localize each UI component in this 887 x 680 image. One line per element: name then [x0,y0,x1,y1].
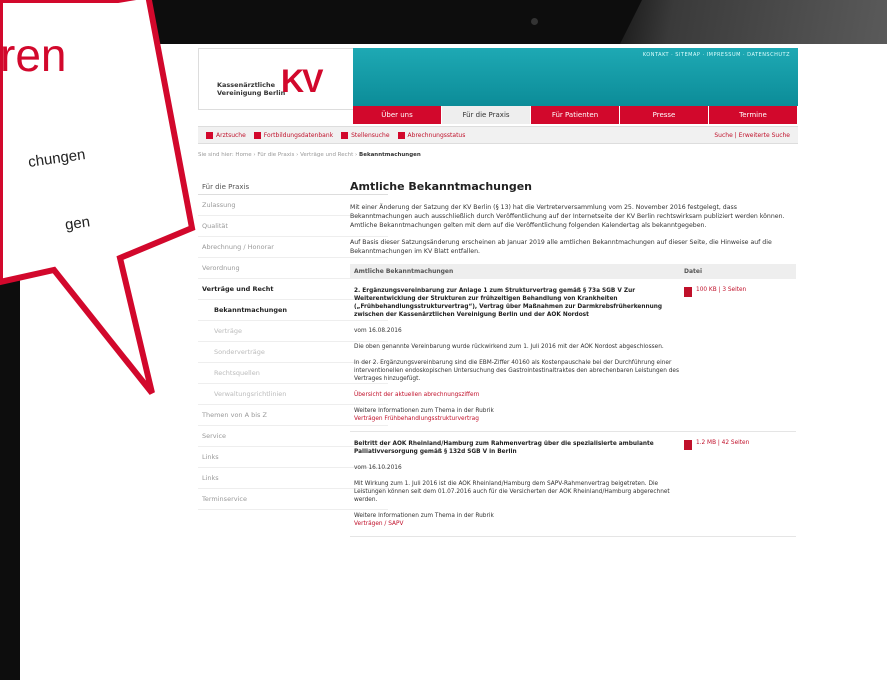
logo[interactable]: Kassenärztliche Vereinigung Berlin KV [198,48,355,110]
nav-item[interactable]: Für die Praxis [442,106,531,124]
square-icon [341,131,349,139]
intro-paragraph: Auf Basis dieser Satzungsänderung ersche… [350,239,772,255]
row-desc: Die oben genannte Vereinbarung wurde rüc… [354,344,664,350]
nav-item[interactable]: Termine [709,106,798,124]
row-more-link[interactable]: Verträgen / SAPV [354,520,684,528]
nav-item[interactable]: Presse [620,106,709,124]
file-link[interactable]: 1.2 MB | 42 Seiten [684,440,749,528]
breadcrumb-path[interactable]: Sie sind hier: Home › Für die Praxis › V… [198,152,357,158]
device-bezel-top [0,0,887,44]
sub-nav: Arztsuche Fortbildungsdatenbank Stellens… [198,126,798,144]
pdf-icon [684,440,692,450]
subnav-item[interactable]: Arztsuche [206,131,246,139]
row-more: Weitere Informationen zum Thema in der R… [354,513,494,519]
column-header: Datei [684,268,703,275]
bezel-reflection [620,0,887,44]
camera-icon [531,18,538,25]
table-row: 2. Ergänzungsvereinbarung zur Anlage 1 z… [350,279,796,432]
nav-item[interactable]: Für Patienten [531,106,620,124]
table-header: Amtliche Bekanntmachungen Datei [350,264,796,279]
row-title: 2. Ergänzungsvereinbarung zur Anlage 1 z… [354,288,663,318]
top-links[interactable]: KONTAKT · SITEMAP · IMPRESSUM · DATENSCH… [643,52,790,58]
square-icon [253,131,261,139]
main-nav: Über uns Für die Praxis Für Patienten Pr… [353,106,798,124]
search-links[interactable]: Suche | Erweiterte Suche [714,132,790,139]
table-row: Beitritt der AOK Rheinland/Hamburg zum R… [350,432,796,537]
header-banner: KONTAKT · SITEMAP · IMPRESSUM · DATENSCH… [353,48,798,106]
main-content: Amtliche Bekanntmachungen Mit einer Ände… [350,180,796,537]
breadcrumb: Sie sind hier: Home › Für die Praxis › V… [198,152,421,158]
device-bezel-left [0,0,20,680]
subnav-item[interactable]: Abrechnungsstatus [397,131,465,139]
logo-text: Kassenärztliche Vereinigung Berlin [217,81,286,97]
row-date: vom 16.10.2016 [354,465,402,471]
row-title: Beitritt der AOK Rheinland/Hamburg zum R… [354,441,654,455]
row-desc: Mit Wirkung zum 1. Juli 2016 ist die AOK… [354,481,670,503]
page-title: Amtliche Bekanntmachungen [350,180,532,193]
breadcrumb-current: Bekanntmachungen [359,152,421,158]
row-more: Weitere Informationen zum Thema in der R… [354,408,494,414]
file-info: 100 KB | 3 Seiten [696,287,747,293]
nav-item[interactable]: Über uns [353,106,442,124]
file-info: 1.2 MB | 42 Seiten [696,440,750,446]
column-header: Amtliche Bekanntmachungen [354,268,454,275]
pdf-icon [684,287,692,297]
row-desc: In der 2. Ergänzungsvereinbarung sind di… [354,360,680,382]
subnav-item[interactable]: Stellensuche [341,131,390,139]
subnav-item[interactable]: Fortbildungsdatenbank [253,131,333,139]
row-link[interactable]: Übersicht der aktuellen abrechnungsziffe… [354,391,684,399]
logo-kv: KV [281,63,323,99]
square-icon [206,131,213,139]
row-date: vom 16.08.2016 [354,328,402,334]
row-more-link[interactable]: Verträgen Frühbehandlungsstrukturvertrag [354,415,684,423]
square-icon [397,131,405,139]
file-link[interactable]: 100 KB | 3 Seiten [684,287,746,423]
intro-paragraph: Mit einer Änderung der Satzung der KV Be… [350,204,785,229]
